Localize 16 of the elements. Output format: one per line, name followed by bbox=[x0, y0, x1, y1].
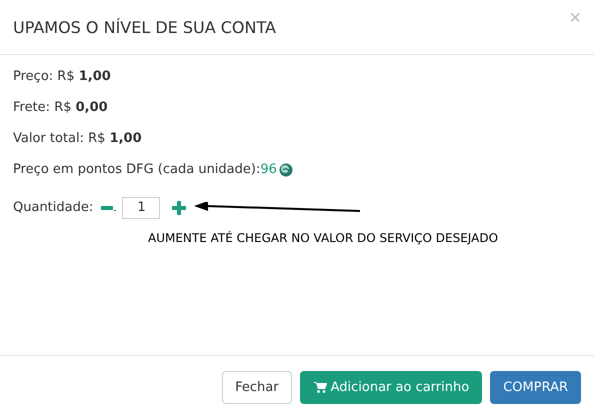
cart-icon bbox=[312, 381, 327, 393]
points-value: 96 bbox=[260, 161, 277, 179]
quantity-label: Quantidade: bbox=[13, 199, 94, 217]
close-button[interactable]: Fechar bbox=[222, 370, 292, 404]
points-label: Preço em pontos DFG (cada unidade): bbox=[13, 161, 260, 179]
buy-button[interactable]: COMPRAR bbox=[490, 370, 581, 404]
add-to-cart-button[interactable]: Adicionar ao carrinho bbox=[300, 370, 482, 404]
quantity-field[interactable]: 1 bbox=[122, 196, 160, 218]
price-line: Frete: R$ 0,00 bbox=[13, 99, 109, 117]
dialog-title: UPAMOS O NÍVEL DE SUA CONTA bbox=[13, 18, 276, 36]
coin-icon bbox=[278, 162, 293, 176]
annotation-text: AUMENTE ATÉ CHEGAR NO VALOR DO SERVIÇO DESEJADO bbox=[148, 231, 500, 245]
price-line: Preço: R$ 1,00 bbox=[13, 68, 112, 86]
price-line: Valor total: R$ 1,00 bbox=[13, 130, 143, 148]
plus-icon[interactable] bbox=[172, 200, 186, 214]
minus-mark: - bbox=[113, 205, 116, 218]
